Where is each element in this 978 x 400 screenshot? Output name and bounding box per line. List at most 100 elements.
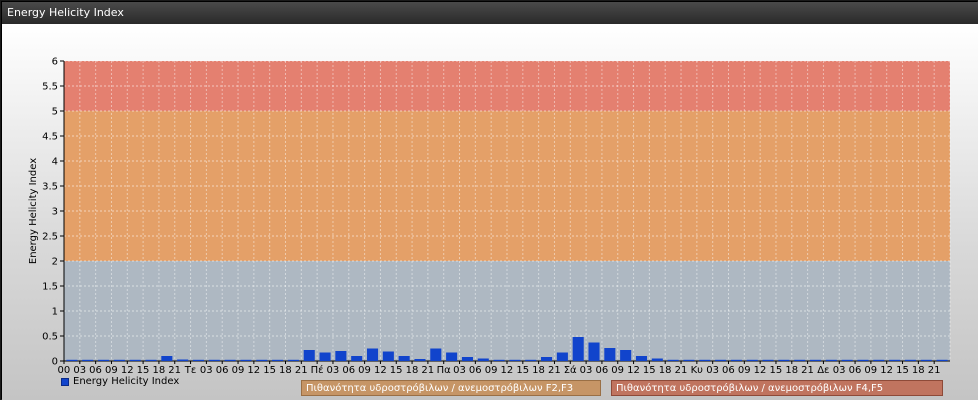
bar[interactable] <box>857 359 869 361</box>
x-tick-label: 21 <box>421 365 434 376</box>
bar[interactable] <box>177 359 189 362</box>
x-tick-label: 12 <box>627 365 640 376</box>
legend-swatch-icon <box>61 377 69 386</box>
y-tick-label: 5.5 <box>42 82 58 93</box>
bar[interactable] <box>430 348 442 362</box>
y-tick-label: 2.5 <box>42 232 58 243</box>
bar[interactable] <box>256 359 268 361</box>
bar[interactable] <box>272 359 284 361</box>
x-tick-label: 09 <box>358 365 371 376</box>
bar[interactable] <box>414 359 426 361</box>
bar[interactable] <box>920 359 932 361</box>
bar[interactable] <box>604 348 616 361</box>
bar[interactable] <box>889 359 901 361</box>
bar[interactable] <box>683 359 695 361</box>
y-tick-label: 1.5 <box>42 282 58 293</box>
bar[interactable] <box>825 359 837 361</box>
bar[interactable] <box>904 359 916 361</box>
bar[interactable] <box>809 359 822 361</box>
bar[interactable] <box>794 359 806 361</box>
x-tick-label: 15 <box>137 365 150 376</box>
band-label-f4f5: Πιθανότητα υδροστρόβιλων / ανεμοστρόβιλω… <box>611 380 943 396</box>
x-tick-label: 06 <box>722 365 735 376</box>
bar[interactable] <box>208 359 220 361</box>
x-tick-label: 18 <box>406 365 419 376</box>
x-tick-label: 18 <box>152 365 165 376</box>
x-tick-label: 12 <box>754 365 767 376</box>
bar[interactable] <box>303 350 315 361</box>
x-tick-label: 06 <box>342 365 355 376</box>
bar[interactable] <box>224 359 236 361</box>
bar[interactable] <box>145 359 157 361</box>
x-tick-label: 15 <box>516 365 529 376</box>
bar[interactable] <box>778 359 790 361</box>
bar[interactable] <box>366 348 379 362</box>
bar[interactable] <box>525 359 537 361</box>
x-tick-label: 03 <box>453 365 466 376</box>
bar[interactable] <box>161 356 173 361</box>
bar[interactable] <box>715 359 727 361</box>
x-tick-label: 03 <box>200 365 213 376</box>
bar[interactable] <box>556 352 568 362</box>
x-tick-label: 12 <box>374 365 387 376</box>
band-label-f2f3: Πιθανότητα υδροστρόβιλων / ανεμοστρόβιλω… <box>301 380 601 396</box>
x-tick-label: 18 <box>912 365 925 376</box>
bar[interactable] <box>461 357 473 361</box>
bar[interactable] <box>446 352 458 362</box>
bar[interactable] <box>620 350 632 361</box>
bar[interactable] <box>588 342 600 362</box>
bar[interactable] <box>651 358 663 362</box>
bar[interactable] <box>509 359 521 361</box>
y-tick-label: 5 <box>52 107 58 118</box>
bar[interactable] <box>730 359 742 361</box>
bar[interactable] <box>192 359 205 361</box>
x-tick-label: Τε <box>184 365 197 376</box>
x-tick-label: 06 <box>216 365 229 376</box>
x-tick-label: 21 <box>675 365 688 376</box>
x-tick-label: 06 <box>89 365 102 376</box>
x-tick-label: 09 <box>485 365 498 376</box>
y-tick-label: 6 <box>52 57 58 68</box>
bar[interactable] <box>477 358 489 362</box>
x-tick-label: Πα <box>437 365 452 376</box>
bar[interactable] <box>287 359 299 361</box>
bar[interactable] <box>66 359 78 361</box>
bar[interactable] <box>398 356 410 361</box>
bar[interactable] <box>240 359 252 361</box>
x-tick-label: 06 <box>849 365 862 376</box>
x-tick-label: 06 <box>595 365 608 376</box>
bar[interactable] <box>936 359 948 361</box>
x-tick-label: Πέ <box>311 364 324 376</box>
bar[interactable] <box>382 351 394 362</box>
x-tick-label: 21 <box>168 365 181 376</box>
bar[interactable] <box>113 359 125 361</box>
x-tick-label: 15 <box>263 365 276 376</box>
bar[interactable] <box>319 352 331 362</box>
x-tick-label: 21 <box>801 365 814 376</box>
bar[interactable] <box>841 359 853 361</box>
bar[interactable] <box>98 359 110 361</box>
bar[interactable] <box>762 359 774 361</box>
bar[interactable] <box>351 356 363 361</box>
x-tick-label: 18 <box>785 365 798 376</box>
bar[interactable] <box>129 359 141 361</box>
bar[interactable] <box>746 359 758 361</box>
bar[interactable] <box>699 359 711 361</box>
legend[interactable]: Energy Helicity Index <box>61 376 179 387</box>
plot-area: 0 0.5 1 1.5 2 2.5 3 3.5 4 4.5 5 5.5 6 Energy Helicity… <box>2 24 978 400</box>
x-tick-label: 21 <box>928 365 941 376</box>
bar[interactable] <box>667 359 679 361</box>
bar[interactable] <box>541 357 553 361</box>
x-tick-label: Σά <box>564 364 577 376</box>
y-tick-label: 0.5 <box>42 332 58 343</box>
bar[interactable] <box>82 359 94 361</box>
bar[interactable] <box>873 359 885 361</box>
x-tick-label: Κυ <box>691 365 704 376</box>
x-tick-label: 12 <box>501 365 514 376</box>
bar[interactable] <box>572 337 584 361</box>
bar[interactable] <box>635 356 648 361</box>
bar[interactable] <box>493 359 505 361</box>
x-tick-label: 06 <box>469 365 482 376</box>
bar[interactable] <box>335 351 347 361</box>
x-tick-label: 21 <box>548 365 561 376</box>
